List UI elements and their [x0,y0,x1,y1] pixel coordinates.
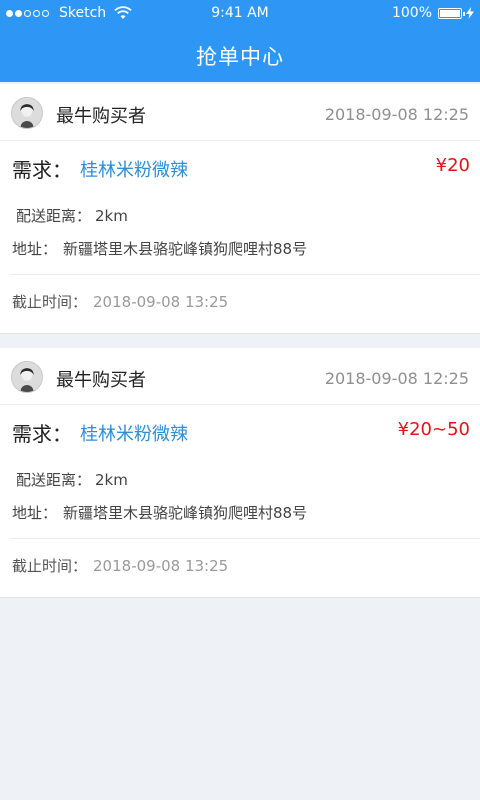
order-price: ¥20~50 [397,419,470,440]
distance-row: 配送距离： 2km [16,469,128,490]
battery-percentage: 100% [391,5,432,21]
deadline-value: 2018-09-08 13:25 [93,557,229,575]
card-header: 最牛购买者 2018-09-08 12:25 [0,84,480,141]
order-card[interactable]: 最牛购买者 2018-09-08 12:25 需求： 桂林米粉微辣 ¥20 配送… [0,84,480,334]
order-card[interactable]: 最牛购买者 2018-09-08 12:25 需求： 桂林米粉微辣 ¥20~50… [0,348,480,598]
screen: Sketch 9:41 AM 100% 抢单中心 最牛购买者 2018-09-0… [0,0,480,800]
demand-row: 需求： 桂林米粉微辣 ¥20 [12,154,470,182]
address-label: 地址： [12,504,58,522]
order-price: ¥20 [435,155,470,176]
address-label: 地址： [12,240,58,258]
person-icon [12,362,42,392]
buyer-name: 最牛购买者 [56,370,146,391]
distance-value: 2km [95,471,128,489]
distance-label: 配送距离： [16,471,92,489]
distance-row: 配送距离： 2km [16,205,128,226]
status-right: 100% [392,5,474,21]
demand-value[interactable]: 桂林米粉微辣 [80,156,188,182]
page-title: 抢单中心 [196,45,284,69]
address-value: 新疆塔里木县骆驼峰镇狗爬哩村88号 [63,240,308,258]
divider [10,274,480,275]
distance-value: 2km [95,207,128,225]
battery-icon [438,7,465,19]
demand-row: 需求： 桂林米粉微辣 ¥20~50 [12,418,470,446]
charging-bolt-icon [466,7,474,19]
deadline-label: 截止时间： [12,293,88,311]
demand-label: 需求： [12,422,72,446]
demand-label: 需求： [12,158,72,182]
buyer-avatar [11,361,43,393]
distance-label: 配送距离： [16,207,92,225]
card-header: 最牛购买者 2018-09-08 12:25 [0,348,480,405]
deadline-value: 2018-09-08 13:25 [93,293,229,311]
nav-bar: 抢单中心 [0,28,480,82]
deadline-label: 截止时间： [12,557,88,575]
address-row: 地址： 新疆塔里木县骆驼峰镇狗爬哩村88号 [12,238,307,259]
divider [10,538,480,539]
post-time: 2018-09-08 12:25 [324,369,469,388]
person-icon [12,98,42,128]
buyer-name: 最牛购买者 [56,106,146,127]
deadline-row: 截止时间： 2018-09-08 13:25 [12,555,228,576]
status-bar: Sketch 9:41 AM 100% [0,0,480,28]
address-value: 新疆塔里木县骆驼峰镇狗爬哩村88号 [63,504,308,522]
address-row: 地址： 新疆塔里木县骆驼峰镇狗爬哩村88号 [12,502,307,523]
deadline-row: 截止时间： 2018-09-08 13:25 [12,291,228,312]
post-time: 2018-09-08 12:25 [324,105,469,124]
demand-value[interactable]: 桂林米粉微辣 [80,420,188,446]
buyer-avatar [11,97,43,129]
